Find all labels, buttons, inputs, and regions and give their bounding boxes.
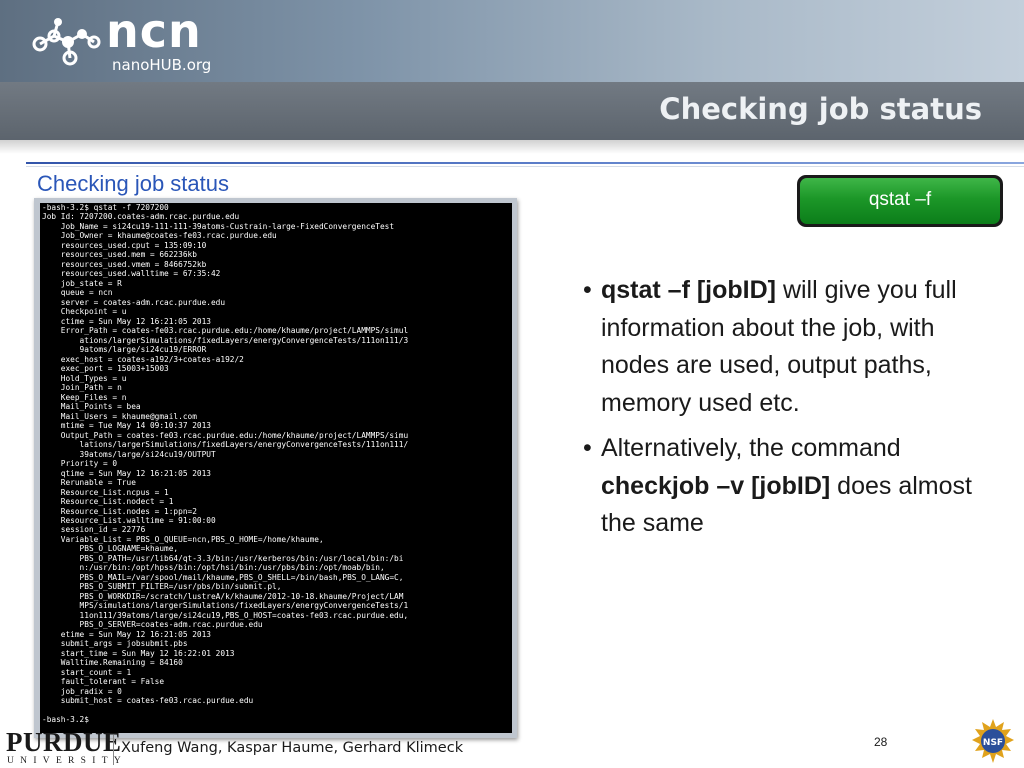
footer-divider bbox=[113, 735, 114, 765]
divider-rule bbox=[26, 162, 1024, 164]
page-number: 28 bbox=[874, 735, 888, 749]
nsf-label: NSF bbox=[983, 738, 1003, 748]
ncn-logo[interactable]: ncn nanoHUB.org bbox=[30, 4, 230, 76]
bullet-item: • qstat –f [jobID] will give you full in… bbox=[583, 272, 1003, 422]
nsf-seal-icon: NSF bbox=[972, 719, 1014, 763]
bullet-item: • Alternatively, the command checkjob –v… bbox=[583, 430, 1003, 543]
divider-rule-light bbox=[26, 166, 1024, 167]
authors-text: Xufeng Wang, Kaspar Haume, Gerhard Klime… bbox=[121, 740, 464, 756]
qstat-button-label: qstat –f bbox=[800, 178, 1000, 224]
bullet-dot: • bbox=[583, 434, 592, 462]
purdue-logo: PURDUE UNIVERSITY bbox=[6, 728, 127, 766]
bullet-list: • qstat –f [jobID] will give you full in… bbox=[583, 272, 1003, 551]
bullet-bold-command: checkjob –v [jobID] bbox=[601, 471, 831, 500]
title-shadow bbox=[0, 140, 1024, 154]
terminal-output: -bash-3.2$ qstat -f 7207200 Job Id: 7207… bbox=[42, 203, 409, 725]
slide-title: Checking job status bbox=[659, 92, 982, 126]
terminal-screenshot: -bash-3.2$ qstat -f 7207200 Job Id: 7207… bbox=[40, 203, 512, 733]
bullet-text: Alternatively, the command bbox=[601, 434, 901, 462]
slide-subtitle: Checking job status bbox=[37, 171, 229, 196]
purdue-subtext: UNIVERSITY bbox=[7, 756, 127, 766]
bullet-dot: • bbox=[583, 276, 592, 304]
qstat-command-button[interactable]: qstat –f bbox=[797, 175, 1003, 227]
logo-wordmark: ncn bbox=[106, 4, 202, 58]
molecule-logo-icon bbox=[32, 18, 101, 66]
bullet-bold-command: qstat –f [jobID] bbox=[601, 276, 776, 304]
purdue-wordmark: PURDUE bbox=[6, 727, 122, 757]
logo-subtext: nanoHUB.org bbox=[112, 56, 212, 74]
header-banner: ncn nanoHUB.org bbox=[0, 0, 1024, 82]
